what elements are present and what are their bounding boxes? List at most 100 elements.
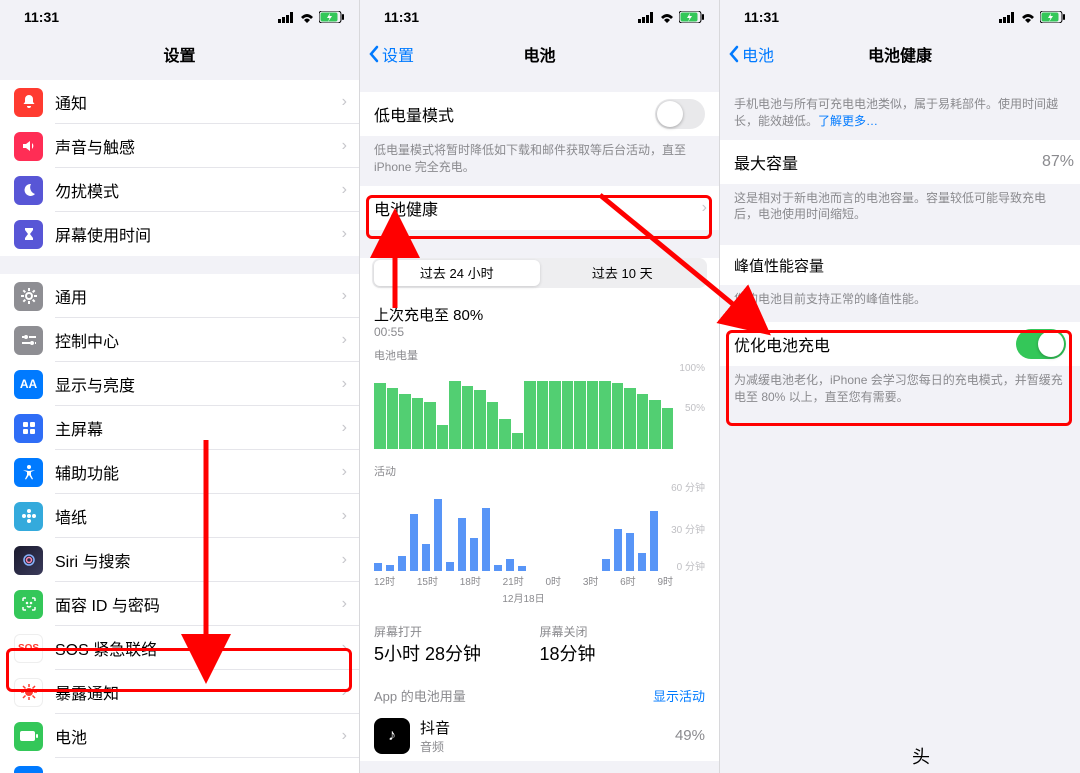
chevron-right-icon: › xyxy=(342,595,347,613)
douyin-icon: ♪ xyxy=(374,718,410,754)
chevron-left-icon xyxy=(368,45,380,63)
chevron-right-icon: › xyxy=(342,93,347,111)
last-charge-label: 上次充电至 80% xyxy=(374,298,705,325)
row-low-power-mode[interactable]: 低电量模式 xyxy=(360,92,719,136)
row-accessibility[interactable]: 辅助功能› xyxy=(0,450,359,494)
chevron-right-icon: › xyxy=(342,683,347,701)
status-bar: 11:31 xyxy=(720,0,1080,34)
battery-level-label: 电池电量 xyxy=(374,347,705,363)
wifi-icon xyxy=(659,12,675,23)
row-wallpaper[interactable]: 墙纸› xyxy=(0,494,359,538)
row-sos[interactable]: SOSSOS 紧急联络› xyxy=(0,626,359,670)
status-bar: 11:31 xyxy=(360,0,719,34)
settings-group-2: 通用› 控制中心› AA显示与亮度› 主屏幕› 辅助功能› 墙纸› Siri 与… xyxy=(0,274,359,773)
battery-level-chart: 100% 50% xyxy=(374,365,705,449)
cellular-icon xyxy=(638,12,655,23)
hand-icon xyxy=(14,766,43,773)
chevron-right-icon: › xyxy=(702,199,707,217)
row-faceid[interactable]: 面容 ID 与密码› xyxy=(0,582,359,626)
speaker-icon xyxy=(14,132,43,161)
chevron-right-icon: › xyxy=(342,419,347,437)
status-time: 11:31 xyxy=(24,9,59,25)
chevron-right-icon: › xyxy=(342,507,347,525)
last-charge-time: 00:55 xyxy=(374,325,705,339)
row-battery-health[interactable]: 电池健康 › xyxy=(360,186,719,230)
app-row-douyin[interactable]: ♪ 抖音音频 49% xyxy=(360,711,719,761)
back-button[interactable]: 设置 xyxy=(368,42,414,66)
wifi-icon xyxy=(299,12,315,23)
low-power-toggle[interactable] xyxy=(655,99,705,129)
siri-icon xyxy=(14,546,43,575)
screen-time-stats: 屏幕打开5小时 28分钟 屏幕关闭18分钟 xyxy=(360,613,719,676)
max-capacity-footer: 这是相对于新电池而言的电池容量。容量较低可能导致充电后，电池使用时间缩短。 xyxy=(720,184,1080,228)
chart-x-axis: 12时15时18时21时0时3时6时9时 xyxy=(374,571,705,588)
row-siri[interactable]: Siri 与搜索› xyxy=(0,538,359,582)
wifi-icon xyxy=(1020,12,1036,23)
chevron-right-icon: › xyxy=(342,225,347,243)
app-usage-header: App 的电池用量 显示活动 xyxy=(360,676,719,711)
row-battery[interactable]: 电池› xyxy=(0,714,359,758)
row-dnd[interactable]: 勿扰模式› xyxy=(0,168,359,212)
seg-10d[interactable]: 过去 10 天 xyxy=(540,260,706,286)
row-display[interactable]: AA显示与亮度› xyxy=(0,362,359,406)
row-screentime[interactable]: 屏幕使用时间› xyxy=(0,212,359,256)
battery-charging-icon xyxy=(679,11,705,23)
learn-more-link[interactable]: 了解更多… xyxy=(818,114,878,128)
battery-charging-icon xyxy=(319,11,345,23)
row-sounds[interactable]: 声音与触感› xyxy=(0,124,359,168)
cellular-icon xyxy=(278,12,295,23)
panel-battery: 11:31 设置 电池 低电量模式 低电量模式将暂时降低如下载和邮件获取等后台活… xyxy=(360,0,720,773)
time-range-segmented[interactable]: 过去 24 小时 过去 10 天 xyxy=(372,258,707,288)
panel-battery-health: 11:31 电池 电池健康 手机电池与所有可充电电池类似，属于易耗部件。使用时间… xyxy=(720,0,1080,773)
max-capacity-value: 87% xyxy=(1042,153,1074,171)
cellular-icon xyxy=(999,12,1016,23)
chevron-right-icon: › xyxy=(342,463,347,481)
activity-chart: 60 分钟 30 分钟 0 分钟 xyxy=(374,481,705,571)
nav-header: 设置 电池 xyxy=(360,34,719,74)
row-notifications[interactable]: 通知› xyxy=(0,80,359,124)
hourglass-icon xyxy=(14,220,43,249)
row-optimized-charging[interactable]: 优化电池充电 xyxy=(720,322,1080,366)
accessibility-icon xyxy=(14,458,43,487)
battery-icon xyxy=(14,722,43,751)
page-title: 电池健康 xyxy=(868,42,932,66)
row-privacy[interactable]: 隐私› xyxy=(0,758,359,773)
status-time: 11:31 xyxy=(384,9,419,25)
exposure-icon xyxy=(14,678,43,707)
chevron-right-icon: › xyxy=(342,287,347,305)
sliders-icon xyxy=(14,326,43,355)
row-homescreen[interactable]: 主屏幕› xyxy=(0,406,359,450)
faceid-icon xyxy=(14,590,43,619)
intro-text: 手机电池与所有可充电电池类似，属于易耗部件。使用时间越长，能效越低。了解更多… xyxy=(720,74,1080,134)
nav-header: 电池 电池健康 xyxy=(720,34,1080,74)
grid-icon xyxy=(14,414,43,443)
flower-icon xyxy=(14,502,43,531)
optimized-charging-toggle[interactable] xyxy=(1016,329,1066,359)
chevron-right-icon: › xyxy=(342,551,347,569)
seg-24h[interactable]: 过去 24 小时 xyxy=(374,260,540,286)
page-title: 设置 xyxy=(163,42,195,66)
activity-label: 活动 xyxy=(374,463,705,479)
bell-icon xyxy=(14,88,43,117)
battery-charging-icon xyxy=(1040,11,1066,23)
peak-performance-footer: 您的电池目前支持正常的峰值性能。 xyxy=(720,285,1080,312)
nav-header: 设置 xyxy=(0,34,359,74)
settings-group-1: 通知› 声音与触感› 勿扰模式› 屏幕使用时间› xyxy=(0,80,359,256)
text-size-icon: AA xyxy=(14,370,43,399)
status-time: 11:31 xyxy=(744,9,779,25)
row-control-center[interactable]: 控制中心› xyxy=(0,318,359,362)
watermark: 头 xyxy=(912,743,930,769)
low-power-footer: 低电量模式将暂时降低如下载和邮件获取等后台活动，直至 iPhone 完全充电。 xyxy=(360,136,719,180)
row-exposure[interactable]: 暴露通知› xyxy=(0,670,359,714)
panel-settings: 11:31 设置 通知› 声音与触感› 勿扰模式› 屏幕使用时间› 通用› 控制… xyxy=(0,0,360,773)
chevron-right-icon: › xyxy=(342,137,347,155)
sos-icon: SOS xyxy=(14,634,43,663)
moon-icon xyxy=(14,176,43,205)
chevron-right-icon: › xyxy=(342,331,347,349)
status-bar: 11:31 xyxy=(0,0,359,34)
back-button[interactable]: 电池 xyxy=(728,42,774,66)
gear-icon xyxy=(14,282,43,311)
row-general[interactable]: 通用› xyxy=(0,274,359,318)
chevron-right-icon: › xyxy=(342,375,347,393)
show-activity-link[interactable]: 显示活动 xyxy=(653,686,705,705)
